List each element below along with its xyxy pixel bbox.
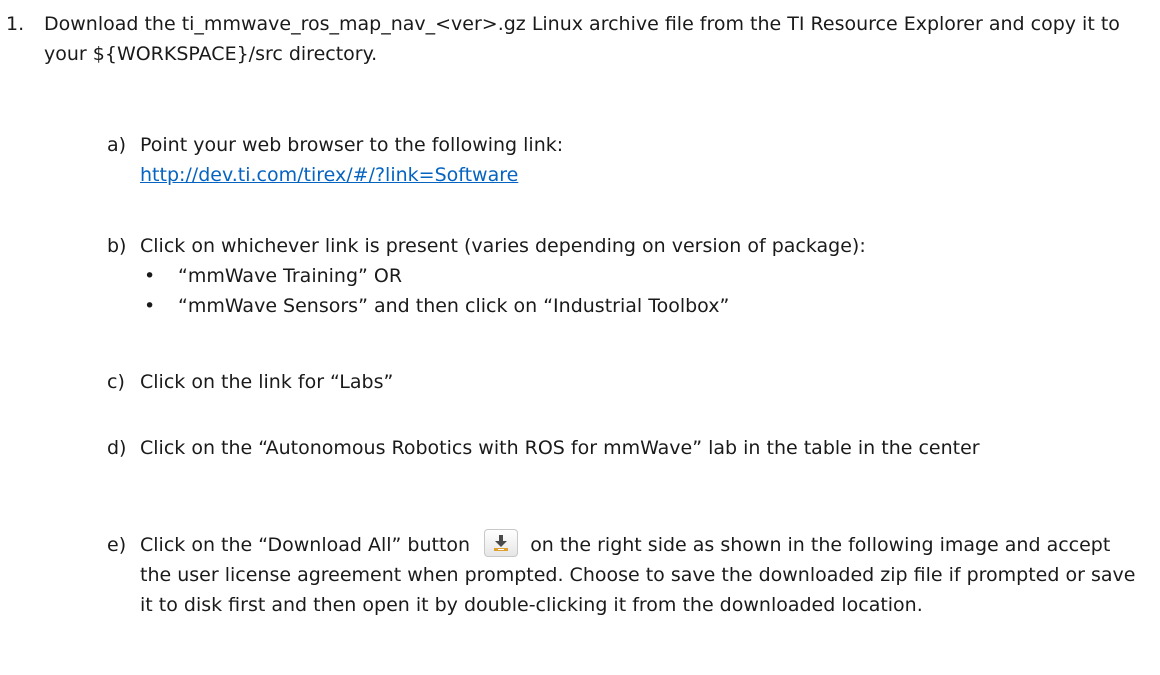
substep-text: Click on whichever link is present (vari… (140, 235, 866, 257)
list-item: • “mmWave Training” OR (140, 261, 1140, 291)
download-all-button[interactable] (484, 528, 519, 557)
substep-letter: a) (107, 134, 127, 156)
list-item-text: “mmWave Training” OR (178, 265, 403, 287)
substep-text: Click on the “Autonomous Robotics with R… (140, 437, 980, 459)
substep-text: Click on the “Download All” button (140, 534, 471, 556)
step-text: Download the ti_mmwave_ros_map_nav_<ver>… (44, 13, 1120, 65)
substep-letter: c) (107, 371, 125, 393)
list-item-text: “mmWave Sensors” and then click on “Indu… (178, 295, 730, 317)
bullet-list: • “mmWave Training” OR • “mmWave Sensors… (140, 261, 1140, 321)
download-icon (494, 534, 509, 551)
substep-text: Click on the link for “Labs” (140, 371, 394, 393)
bullet-icon: • (144, 265, 156, 287)
substep-letter: d) (107, 437, 127, 459)
substep-letter: b) (107, 235, 127, 257)
substep-letter: e) (107, 534, 127, 556)
substep-body: Point your web browser to the following … (140, 130, 1140, 190)
document-page: 1. Download the ti_mmwave_ros_map_nav_<v… (0, 0, 1160, 675)
bullet-icon: • (144, 295, 156, 317)
substep-body: Click on whichever link is present (vari… (140, 231, 1140, 321)
resource-explorer-link[interactable]: http://dev.ti.com/tirex/#/?link=Software (140, 164, 518, 186)
substep-body: Click on the “Download All” button on th… (140, 528, 1140, 620)
substep-text: Point your web browser to the following … (140, 134, 564, 156)
list-item: • “mmWave Sensors” and then click on “In… (140, 291, 1140, 321)
step-number: 1. (6, 13, 25, 35)
